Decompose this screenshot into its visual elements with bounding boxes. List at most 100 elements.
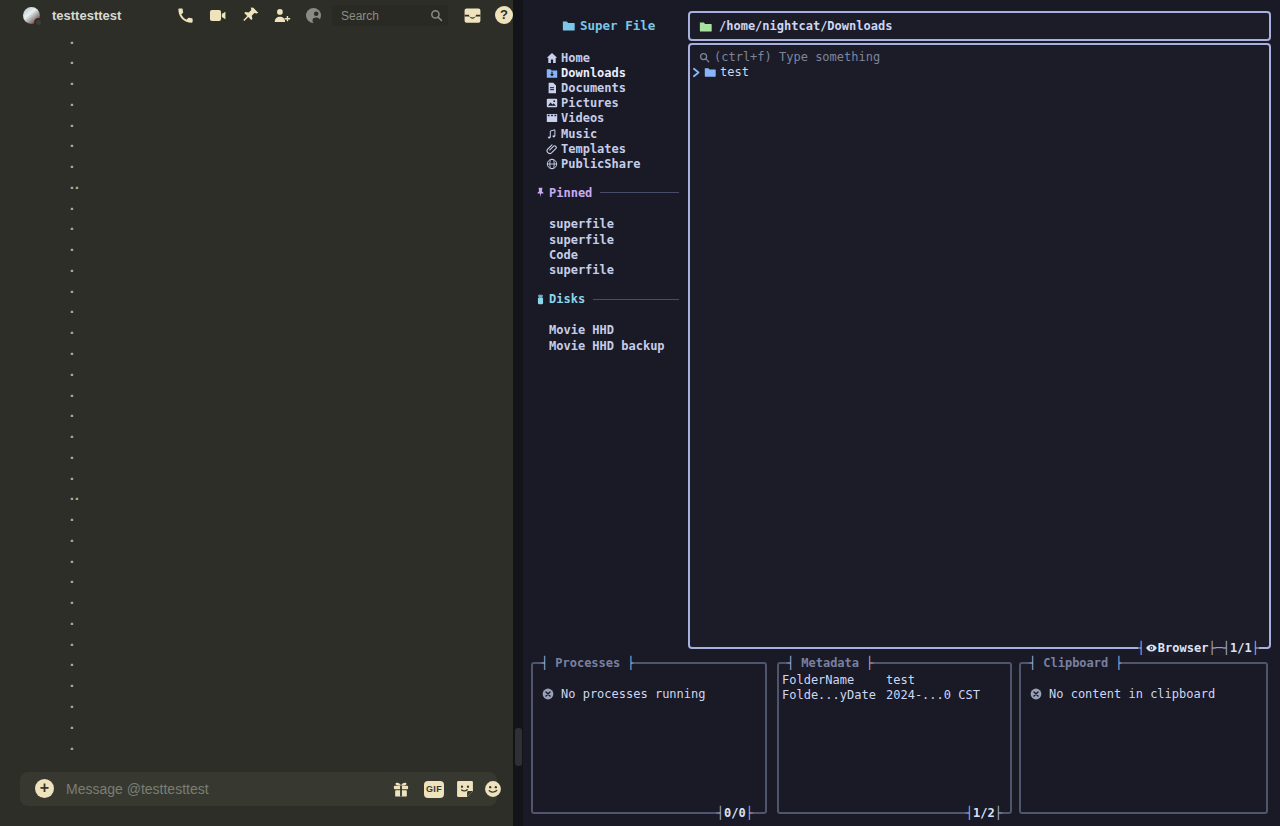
inbox-icon[interactable]	[463, 6, 482, 25]
message[interactable]: .	[0, 258, 505, 279]
sidebar-item-icon	[546, 82, 558, 94]
sidebar-item[interactable]: Documents	[546, 80, 686, 95]
search-bar[interactable]: Search	[332, 5, 448, 26]
search-placeholder: Search	[341, 9, 379, 23]
sidebar-item-icon	[546, 158, 558, 170]
status-indicator	[34, 18, 43, 27]
message[interactable]: .	[0, 445, 505, 466]
message[interactable]: .	[0, 653, 505, 674]
message[interactable]: ..	[0, 487, 505, 508]
metadata-row: Folde...yDate 2024-...0 CST	[780, 687, 1008, 702]
message[interactable]: .	[0, 134, 505, 155]
discord-window: testtesttest Search ? ..................…	[0, 0, 513, 826]
disks-list: Movie HHDMovie HHD backup	[549, 323, 689, 353]
attach-button[interactable]: +	[35, 779, 54, 798]
sidebar-item[interactable]: Home	[546, 50, 686, 65]
pinned-item[interactable]: Code	[549, 247, 689, 262]
sidebar-item-icon	[546, 52, 558, 64]
message[interactable]: .	[0, 362, 505, 383]
add-friends-icon[interactable]	[271, 6, 292, 25]
panel-page: 1/1	[1230, 641, 1252, 655]
processes-panel: ┤Processes├ No processes running ┤0/0├	[531, 662, 767, 814]
processes-empty-text: No processes running	[561, 687, 706, 701]
sticker-icon[interactable]	[455, 779, 475, 799]
message[interactable]: .	[0, 300, 505, 321]
clipboard-title: Clipboard	[1036, 656, 1115, 670]
current-path: /home/nightcat/Downloads	[719, 19, 892, 33]
message[interactable]: .	[0, 238, 505, 259]
message[interactable]: .	[0, 113, 505, 134]
message[interactable]: .	[0, 549, 505, 570]
clipboard-empty-text: No content in clipboard	[1049, 687, 1215, 701]
voice-call-icon[interactable]	[176, 6, 195, 25]
gif-button[interactable]: GIF	[424, 781, 444, 798]
message[interactable]: .	[0, 217, 505, 238]
video-call-icon[interactable]	[207, 6, 228, 25]
message[interactable]: .	[0, 632, 505, 653]
search-icon	[430, 9, 443, 22]
chat-scrollbar[interactable]	[515, 728, 522, 766]
metadata-panel: ┤Metadata├ FolderName test Folde...yDate…	[777, 662, 1012, 814]
message[interactable]: .	[0, 51, 505, 72]
message[interactable]: .	[0, 425, 505, 446]
sidebar-item-icon	[546, 128, 558, 140]
file-entry[interactable]: test	[691, 65, 749, 79]
sidebar-item[interactable]: Downloads	[546, 65, 686, 80]
message-input[interactable]: Message @testtesttest	[66, 781, 209, 797]
message[interactable]: .	[0, 715, 505, 736]
message[interactable]: .	[0, 279, 505, 300]
message[interactable]: .	[0, 570, 505, 591]
message[interactable]: .	[0, 321, 505, 342]
sidebar-item-label: Home	[561, 51, 590, 65]
message[interactable]: .	[0, 508, 505, 529]
sidebar-item[interactable]: Templates	[546, 141, 686, 156]
pinned-item[interactable]: superfile	[549, 232, 689, 247]
pinned-item[interactable]: superfile	[549, 262, 689, 277]
message[interactable]: .	[0, 341, 505, 362]
sidebar-item-label: Downloads	[561, 66, 626, 80]
message[interactable]: .	[0, 466, 505, 487]
chat-title[interactable]: testtesttest	[52, 8, 121, 23]
sidebar-item[interactable]: Music	[546, 126, 686, 141]
chat-scrollbar-track	[513, 0, 523, 826]
pin-icon	[535, 187, 546, 198]
user-profile-toggle-icon[interactable]	[304, 6, 323, 25]
message[interactable]: .	[0, 196, 505, 217]
message[interactable]: .	[0, 695, 505, 716]
file-panel: (ctrl+f) Type something test ┤Browser├─┤…	[688, 43, 1271, 649]
avatar[interactable]	[23, 7, 40, 24]
message[interactable]: .	[0, 72, 505, 93]
pinned-messages-icon[interactable]	[241, 6, 260, 25]
sidebar-item[interactable]: PublicShare	[546, 156, 686, 171]
sidebar-item[interactable]: Videos	[546, 111, 686, 126]
help-icon[interactable]: ?	[495, 6, 513, 24]
usb-icon	[535, 294, 546, 305]
message[interactable]: .	[0, 674, 505, 695]
message[interactable]: .	[0, 528, 505, 549]
screen: testtesttest Search ? ..................…	[0, 0, 1280, 826]
file-entry-name: test	[720, 65, 749, 79]
message[interactable]: .	[0, 404, 505, 425]
message[interactable]: .	[0, 92, 505, 113]
gift-icon[interactable]	[391, 779, 411, 799]
divider	[593, 299, 679, 300]
message[interactable]: .	[0, 736, 505, 757]
message[interactable]: ..	[0, 175, 505, 196]
sidebar-item[interactable]: Pictures	[546, 96, 686, 111]
message[interactable]: .	[0, 30, 505, 51]
chat-header: testtesttest Search ?	[0, 0, 513, 31]
disk-item[interactable]: Movie HHD backup	[549, 338, 689, 353]
message[interactable]: .	[0, 383, 505, 404]
emoji-icon[interactable]	[483, 779, 503, 799]
disk-item[interactable]: Movie HHD	[549, 323, 689, 338]
pinned-item[interactable]: superfile	[549, 217, 689, 232]
message[interactable]: .	[0, 611, 505, 632]
metadata-value: test	[886, 673, 915, 687]
pinned-list: superfilesuperfileCodesuperfile	[549, 217, 689, 278]
x-circle-icon	[542, 688, 554, 700]
superfile-window: Super File Home Downloads Documents Pict…	[523, 0, 1280, 826]
file-search[interactable]: (ctrl+f) Type something	[699, 50, 880, 64]
message[interactable]: .	[0, 591, 505, 612]
message[interactable]: .	[0, 155, 505, 176]
divider	[600, 192, 679, 193]
